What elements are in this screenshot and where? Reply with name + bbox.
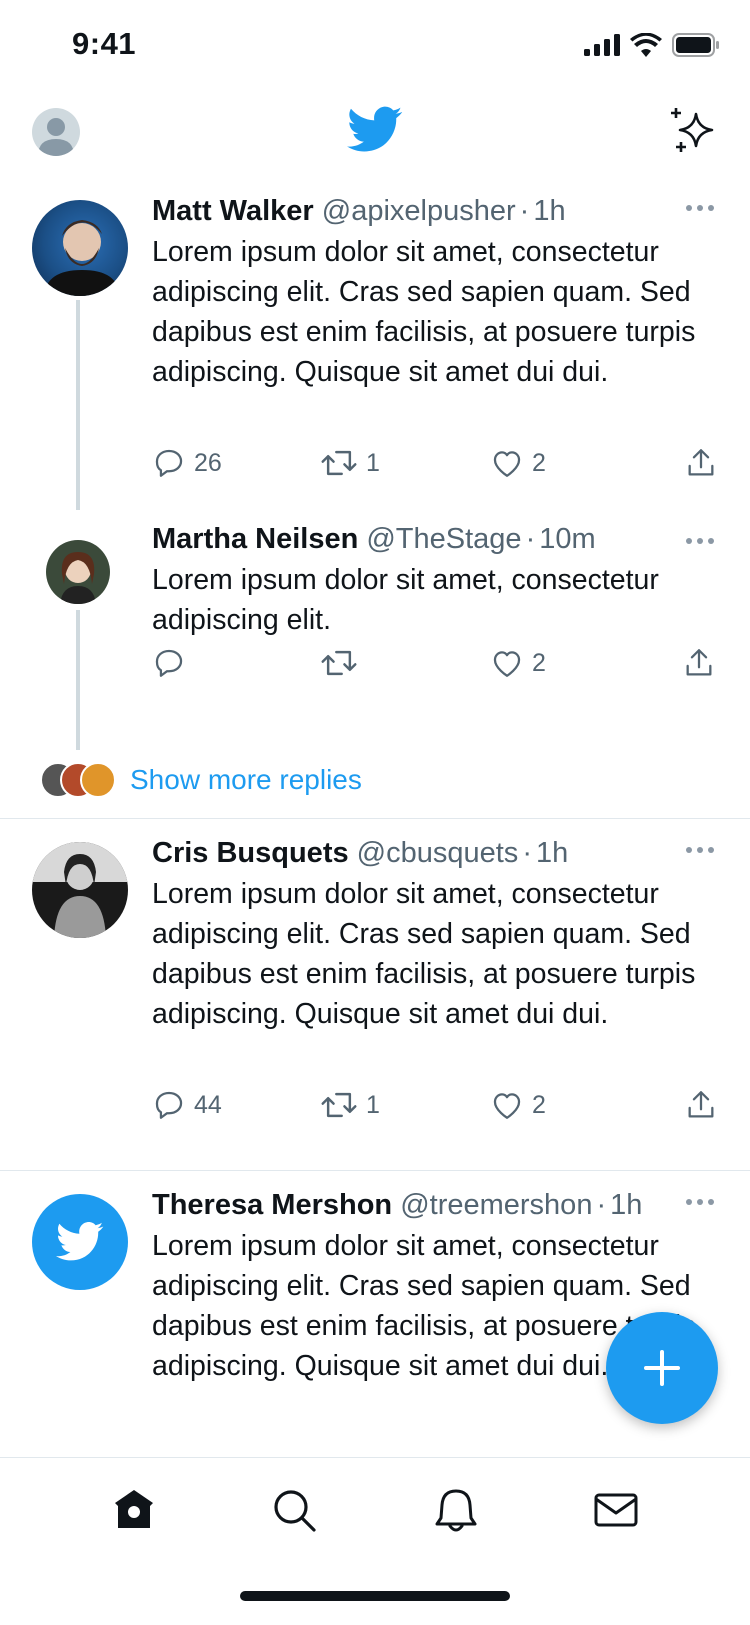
retweet-count: 1 (366, 448, 380, 477)
reply-button[interactable]: 26 (152, 446, 222, 480)
more-options-icon[interactable] (686, 538, 718, 548)
heart-icon (493, 451, 521, 477)
heart-icon (493, 651, 521, 677)
home-icon[interactable] (110, 1486, 158, 1534)
retweet-button[interactable]: 1 (320, 446, 380, 480)
twitter-bird-icon (56, 1222, 104, 1261)
author-name[interactable]: Cris Busquets (152, 837, 349, 869)
reply-count: 26 (194, 448, 222, 477)
author-handle: @treemershon (400, 1189, 593, 1221)
retweet-icon (321, 450, 357, 476)
timestamp: 10m (539, 523, 596, 555)
reply-button[interactable]: 44 (152, 1088, 222, 1122)
tweet-actions: 26 1 2 (152, 446, 718, 486)
show-more-replies-label[interactable]: Show more replies (130, 764, 362, 796)
avatar[interactable] (32, 1194, 128, 1290)
avatar[interactable] (32, 200, 128, 296)
separator: · (519, 195, 530, 227)
sparkle-icon[interactable] (668, 106, 718, 156)
search-icon[interactable] (270, 1486, 318, 1534)
reply-icon (155, 449, 183, 477)
share-icon (688, 449, 714, 476)
more-options-icon[interactable] (686, 1199, 718, 1209)
tweet-actions: 44 1 2 (152, 1088, 718, 1128)
like-count: 2 (532, 1090, 546, 1119)
twitter-bird-icon[interactable] (347, 106, 403, 154)
status-icons (584, 33, 720, 57)
retweet-button[interactable]: 1 (320, 1088, 380, 1122)
person-icon (38, 118, 74, 156)
like-button[interactable]: 2 (490, 446, 546, 480)
separator: · (596, 1189, 607, 1221)
like-count: 2 (532, 448, 546, 477)
tweet-actions: 2 (152, 646, 718, 686)
reply-icon (155, 649, 183, 677)
tweet[interactable]: Matt Walker @apixelpusher · 1h Lorem ipsum… (0, 190, 750, 490)
avatar (80, 762, 116, 798)
retweet-icon (321, 1092, 357, 1118)
more-options-icon[interactable] (686, 205, 718, 215)
tweet-text: Lorem ipsum dolor sit amet, consectetur … (152, 236, 696, 388)
profile-avatar[interactable] (32, 108, 80, 156)
like-button[interactable]: 2 (490, 1088, 546, 1122)
reply-count: 44 (194, 1090, 222, 1119)
tweet-header: Cris Busquets @cbusquets · 1h (152, 837, 568, 870)
reply-avatars (40, 762, 120, 798)
author-handle: @apixelpusher (321, 195, 516, 227)
plus-icon (644, 1350, 680, 1386)
tweet-text: Lorem ipsum dolor sit amet, consectetur … (152, 564, 659, 636)
retweet-count: 1 (366, 1090, 380, 1119)
retweet-button[interactable] (320, 646, 366, 680)
timestamp: 1h (533, 195, 566, 227)
avatar[interactable] (32, 842, 128, 938)
tweet-text: Lorem ipsum dolor sit amet, consectetur … (152, 878, 696, 1030)
timestamp: 1h (610, 1189, 643, 1221)
show-more-replies[interactable]: Show more replies (0, 756, 750, 816)
tweet-reply[interactable]: Martha Neilsen @TheStage · 10m Lorem ipsum… (0, 520, 750, 720)
home-indicator (240, 1591, 510, 1601)
more-options-icon[interactable] (686, 847, 718, 857)
cellular-signal-icon (584, 34, 620, 56)
compose-button[interactable] (606, 1312, 718, 1424)
avatar[interactable] (46, 540, 110, 604)
reply-icon (155, 1091, 183, 1119)
share-button[interactable] (682, 646, 716, 680)
share-icon (686, 649, 712, 676)
author-name[interactable]: Matt Walker (152, 195, 314, 227)
tweet-header: Martha Neilsen @TheStage · 10m (152, 523, 596, 556)
wifi-icon (630, 33, 662, 57)
battery-icon (672, 33, 719, 57)
status-time: 9:41 (72, 26, 137, 61)
retweet-icon (321, 650, 357, 676)
author-handle: @TheStage (366, 523, 522, 555)
reply-button[interactable] (152, 646, 194, 680)
messages-icon[interactable] (592, 1486, 640, 1534)
tweet[interactable]: Cris Busquets @cbusquets · 1h Lorem ipsum … (0, 832, 750, 1132)
like-count: 2 (532, 648, 546, 677)
status-bar: 9:41 (0, 0, 750, 90)
notifications-icon[interactable] (432, 1486, 480, 1534)
author-name[interactable]: Theresa Mershon (152, 1189, 392, 1221)
author-name[interactable]: Martha Neilsen (152, 523, 358, 555)
author-handle: @cbusquets (356, 837, 519, 869)
separator: · (522, 837, 532, 869)
like-button[interactable]: 2 (490, 646, 546, 680)
divider (0, 1170, 750, 1171)
separator: · (525, 523, 536, 555)
top-header (0, 96, 750, 168)
share-button[interactable] (684, 446, 718, 480)
tweet-header: Matt Walker @apixelpusher · 1h (152, 195, 566, 228)
timestamp: 1h (535, 837, 569, 869)
heart-icon (493, 1093, 521, 1119)
share-icon (688, 1091, 714, 1118)
share-button[interactable] (684, 1088, 718, 1122)
divider (0, 818, 750, 819)
tweet-header: Theresa Mershon @treemershon · 1h (152, 1189, 642, 1222)
